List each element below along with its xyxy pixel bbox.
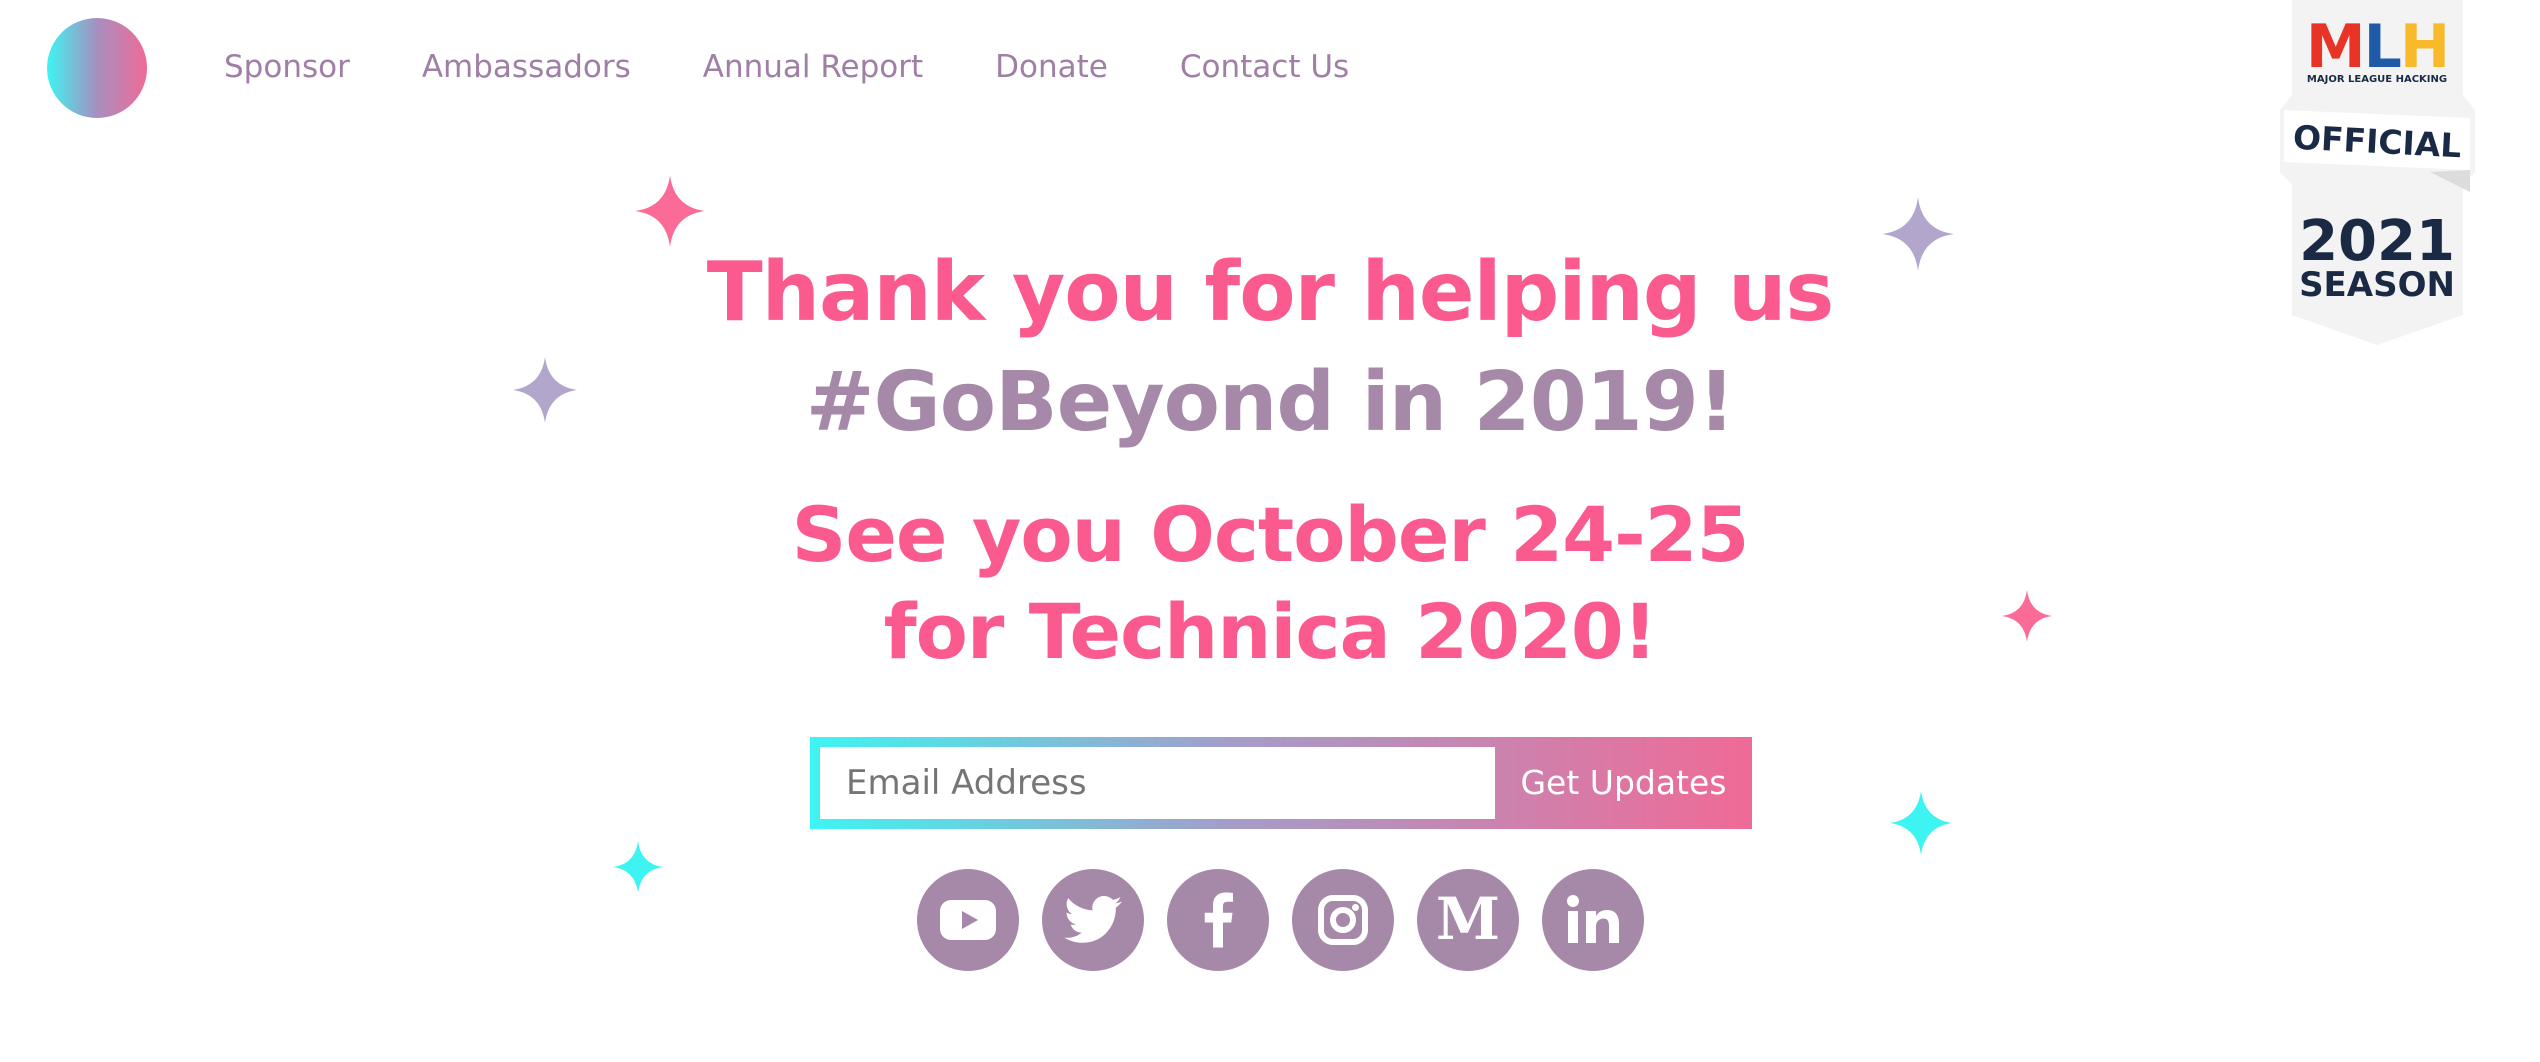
youtube-link[interactable] (917, 869, 1019, 971)
email-signup-form: Get Updates (810, 737, 1752, 829)
email-input[interactable] (820, 747, 1495, 819)
nav-sponsor[interactable]: Sponsor (224, 44, 350, 90)
hero-date-line: See you October 24-25 (791, 490, 1750, 579)
sparkle-icon (1890, 791, 1952, 855)
mlh-subtitle: MAJOR LEAGUE HACKING (2307, 74, 2447, 85)
sparkle-icon (635, 175, 705, 247)
medium-link[interactable]: M (1417, 869, 1519, 971)
mlh-letters: MLH (2306, 12, 2448, 82)
get-updates-button[interactable]: Get Updates (1495, 737, 1752, 829)
youtube-icon (940, 900, 996, 940)
instagram-icon (1318, 895, 1368, 945)
instagram-link[interactable] (1292, 869, 1394, 971)
hero-gobeyond-line: #GoBeyond in 2019! (805, 355, 1736, 450)
nav-donate[interactable]: Donate (995, 44, 1108, 90)
svg-text:M: M (1438, 895, 1498, 945)
twitter-icon (1064, 896, 1122, 943)
facebook-link[interactable] (1167, 869, 1269, 971)
nav-ambassadors[interactable]: Ambassadors (422, 44, 631, 90)
nav-annual-report[interactable]: Annual Report (703, 44, 923, 90)
nav-contact-us[interactable]: Contact Us (1180, 44, 1349, 90)
linkedin-icon (1567, 895, 1619, 943)
main-nav: Sponsor Ambassadors Annual Report Donate… (224, 44, 1349, 90)
facebook-icon (1204, 892, 1233, 948)
twitter-link[interactable] (1042, 869, 1144, 971)
technica-logo[interactable] (47, 18, 147, 118)
sparkle-icon (613, 841, 663, 893)
medium-icon: M (1438, 895, 1498, 945)
linkedin-link[interactable] (1542, 869, 1644, 971)
social-links: M (917, 869, 1644, 971)
hero-thank-you-line: Thank you for helping us (706, 245, 1835, 340)
hero-event-line: for Technica 2020! (883, 587, 1658, 676)
